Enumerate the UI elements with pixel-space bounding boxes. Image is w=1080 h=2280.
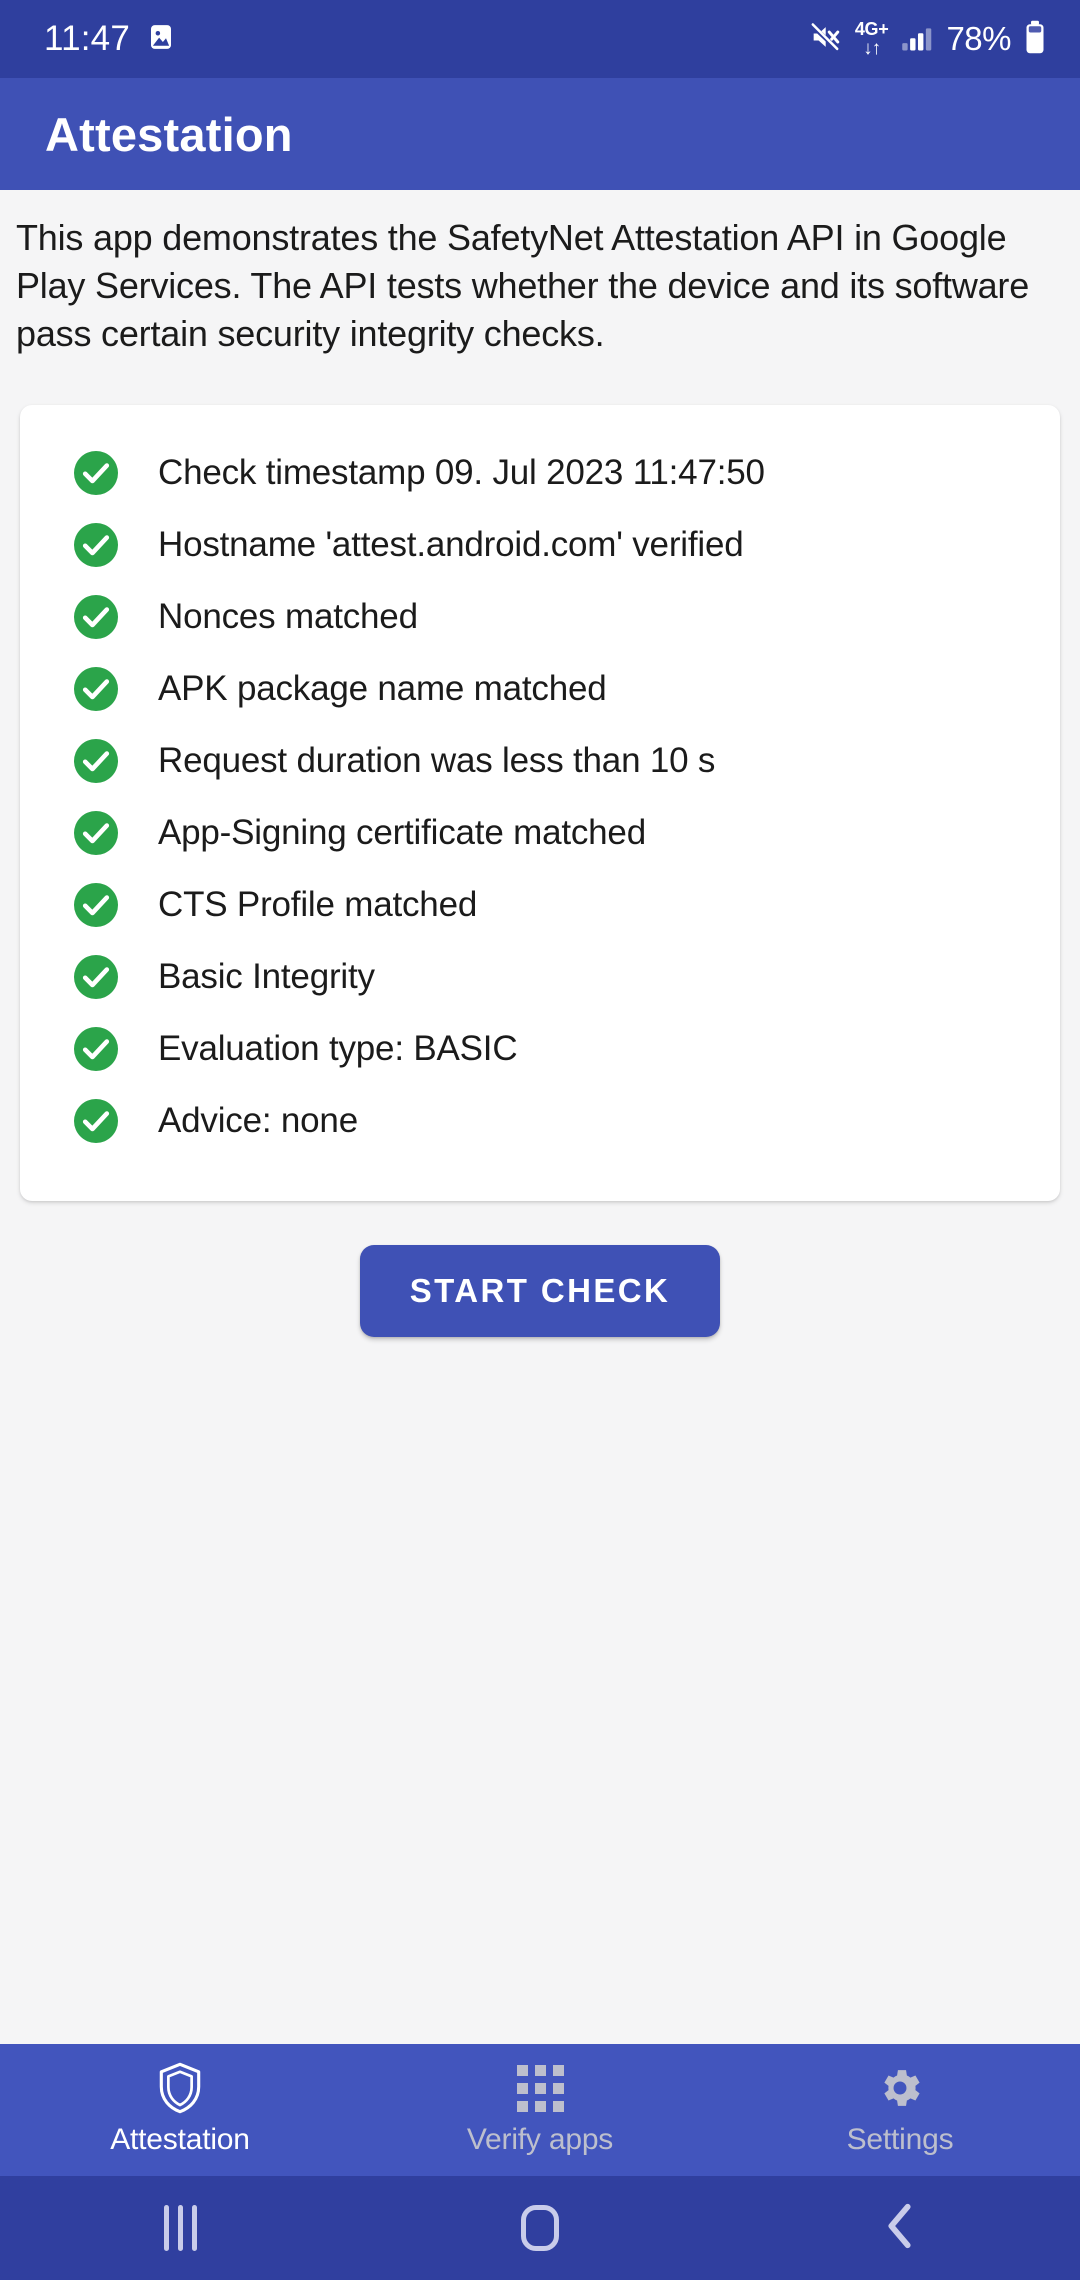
result-row: APK package name matched <box>20 653 1060 725</box>
result-label: Hostname 'attest.android.com' verified <box>158 524 744 564</box>
result-label: APK package name matched <box>158 668 607 708</box>
status-bar-left: 11:47 <box>44 19 176 59</box>
check-circle-icon <box>74 594 118 639</box>
result-row: Hostname 'attest.android.com' verified <box>20 509 1060 581</box>
result-label: CTS Profile matched <box>158 884 478 924</box>
status-bar: 11:47 4G+ ↓↑ 78% <box>0 0 1080 78</box>
mute-icon <box>808 20 842 59</box>
result-label: App-Signing certificate matched <box>158 812 646 852</box>
nav-item-verify-apps[interactable]: Verify apps <box>360 2044 720 2176</box>
image-icon <box>146 22 176 57</box>
network-type-label: 4G+ <box>854 19 889 39</box>
check-circle-icon <box>74 666 118 711</box>
nav-label-attestation: Attestation <box>110 2123 250 2156</box>
check-circle-icon <box>74 1098 118 1143</box>
signal-bars-icon <box>901 22 933 57</box>
gear-icon <box>875 2063 925 2113</box>
battery-percent-label: 78% <box>946 20 1011 57</box>
check-circle-icon <box>74 738 118 783</box>
check-circle-icon <box>74 450 118 495</box>
network-traffic-arrows: ↓↑ <box>863 38 881 59</box>
check-circle-icon <box>74 954 118 999</box>
result-row: Request duration was less than 10 s <box>20 725 1060 797</box>
bottom-navigation: Attestation Verify apps Settings <box>0 2044 1080 2176</box>
result-row: Check timestamp 09. Jul 2023 11:47:50 <box>20 437 1060 509</box>
result-row: Basic Integrity <box>20 941 1060 1013</box>
shield-icon <box>155 2062 205 2114</box>
check-circle-icon <box>74 1026 118 1071</box>
page-title: Attestation <box>45 107 293 161</box>
check-circle-icon <box>74 522 118 567</box>
system-navigation-bar <box>0 2176 1080 2280</box>
attestation-results-card: Check timestamp 09. Jul 2023 11:47:50 Ho… <box>20 404 1060 1201</box>
start-check-button[interactable]: START CHECK <box>360 1244 720 1337</box>
recents-icon <box>163 2205 197 2251</box>
main-content: This app demonstrates the SafetyNet Atte… <box>0 190 1080 2044</box>
result-label: Nonces matched <box>158 596 418 636</box>
app-bar: Attestation <box>0 78 1080 190</box>
phone-screen: 11:47 4G+ ↓↑ 78% Attestation This app de… <box>0 0 1080 2280</box>
result-label: Request duration was less than 10 s <box>158 740 716 780</box>
nav-label-settings: Settings <box>846 2123 954 2156</box>
result-label: Evaluation type: BASIC <box>158 1028 518 1068</box>
nav-label-verify-apps: Verify apps <box>466 2123 614 2156</box>
apps-grid-icon <box>516 2063 564 2113</box>
result-row: CTS Profile matched <box>20 869 1060 941</box>
result-label: Basic Integrity <box>158 956 375 996</box>
recents-button[interactable] <box>0 2205 360 2251</box>
result-row: App-Signing certificate matched <box>20 797 1060 869</box>
result-label: Check timestamp 09. Jul 2023 11:47:50 <box>158 452 765 492</box>
intro-text: This app demonstrates the SafetyNet Atte… <box>16 217 1030 354</box>
result-label: Advice: none <box>158 1100 358 1140</box>
home-icon <box>521 2205 559 2251</box>
check-circle-icon <box>74 810 118 855</box>
check-circle-icon <box>74 882 118 927</box>
result-row: Evaluation type: BASIC <box>20 1013 1060 1085</box>
status-bar-right: 4G+ ↓↑ 78% <box>808 20 1046 59</box>
battery-icon <box>1024 20 1046 59</box>
nav-item-attestation[interactable]: Attestation <box>0 2044 360 2176</box>
status-clock: 11:47 <box>44 19 130 58</box>
network-type-indicator: 4G+ ↓↑ <box>855 20 889 58</box>
apps-grid-glyph <box>516 2064 564 2112</box>
start-check-row: START CHECK <box>0 1244 1080 1337</box>
nav-item-settings[interactable]: Settings <box>720 2044 1080 2176</box>
result-row: Advice: none <box>20 1085 1060 1157</box>
back-icon <box>882 2201 918 2256</box>
back-button[interactable] <box>720 2201 1080 2256</box>
result-row: Nonces matched <box>20 581 1060 653</box>
home-button[interactable] <box>360 2205 720 2251</box>
